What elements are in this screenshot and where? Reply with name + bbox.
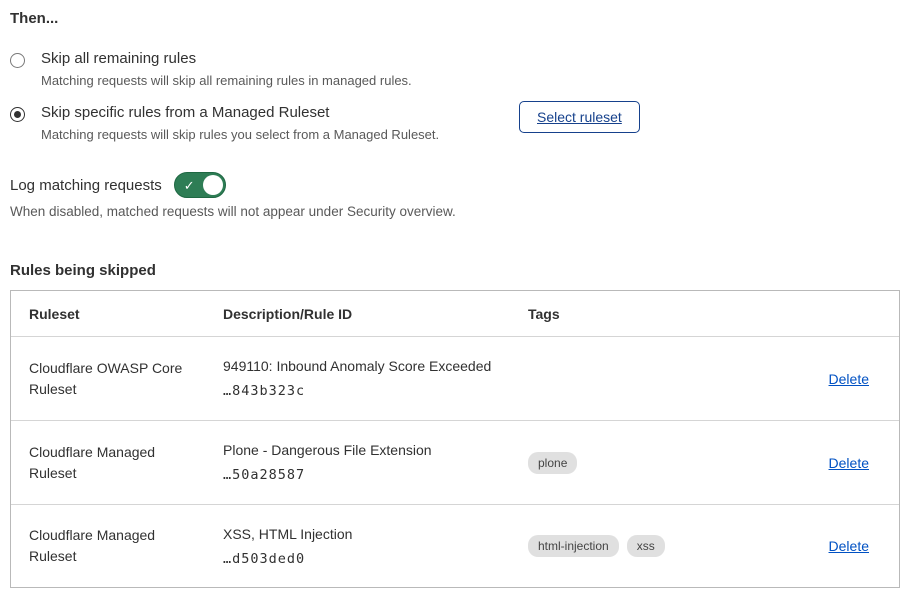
rule-id: …843b323c [223, 383, 305, 399]
option-skip-all: Skip all remaining rules Matching reques… [10, 50, 500, 88]
rule-id: …50a28587 [223, 467, 305, 483]
cell-description: Plone - Dangerous File Extension …50a285… [205, 421, 510, 504]
column-header-actions [750, 291, 899, 336]
option-skip-all-label[interactable]: Skip all remaining rules [41, 50, 412, 67]
cell-actions: Delete [750, 505, 899, 587]
table-header-row: Ruleset Description/Rule ID Tags [11, 291, 899, 336]
rule-description: Plone - Dangerous File Extension [223, 442, 432, 458]
log-toggle-switch[interactable]: ✓ [174, 172, 226, 198]
check-icon: ✓ [184, 179, 195, 192]
select-ruleset-button[interactable]: Select ruleset [519, 101, 640, 133]
cell-description: XSS, HTML Injection …d503ded0 [205, 505, 510, 587]
tag-badge: plone [528, 452, 577, 474]
option-skip-specific-label[interactable]: Skip specific rules from a Managed Rules… [41, 104, 439, 121]
table-row: Cloudflare Managed Ruleset XSS, HTML Inj… [11, 504, 899, 587]
cell-ruleset: Cloudflare Managed Ruleset [11, 421, 205, 504]
toggle-knob [203, 175, 223, 195]
delete-link[interactable]: Delete [829, 538, 869, 554]
log-toggle-label: Log matching requests [10, 177, 162, 194]
rule-id: …d503ded0 [223, 551, 305, 567]
tag-badge: html-injection [528, 535, 619, 557]
then-heading: Then... [10, 10, 58, 27]
radio-skip-specific[interactable] [10, 107, 25, 122]
log-toggle-row: Log matching requests ✓ [10, 172, 226, 198]
column-header-description: Description/Rule ID [205, 291, 510, 336]
cell-description: 949110: Inbound Anomaly Score Exceeded …… [205, 337, 510, 420]
cell-ruleset: Cloudflare Managed Ruleset [11, 505, 205, 587]
cell-actions: Delete [750, 421, 899, 504]
delete-link[interactable]: Delete [829, 455, 869, 471]
rule-description: 949110: Inbound Anomaly Score Exceeded [223, 358, 491, 374]
skipped-rules-heading: Rules being skipped [10, 262, 156, 279]
log-toggle-description: When disabled, matched requests will not… [10, 204, 456, 219]
column-header-ruleset: Ruleset [11, 291, 205, 336]
cell-ruleset: Cloudflare OWASP Core Ruleset [11, 337, 205, 420]
skipped-rules-table: Ruleset Description/Rule ID Tags Cloudfl… [10, 290, 900, 588]
table-row: Cloudflare OWASP Core Ruleset 949110: In… [11, 336, 899, 420]
cell-tags [510, 337, 750, 420]
table-row: Cloudflare Managed Ruleset Plone - Dange… [11, 420, 899, 504]
delete-link[interactable]: Delete [829, 371, 869, 387]
cell-tags: plone [510, 421, 750, 504]
rule-description: XSS, HTML Injection [223, 526, 352, 542]
cell-actions: Delete [750, 337, 899, 420]
radio-skip-all[interactable] [10, 53, 25, 68]
option-skip-specific-description: Matching requests will skip rules you se… [41, 127, 439, 142]
option-skip-specific: Skip specific rules from a Managed Rules… [10, 104, 500, 142]
option-skip-all-description: Matching requests will skip all remainin… [41, 73, 412, 88]
column-header-tags: Tags [510, 291, 750, 336]
cell-tags: html-injection xss [510, 505, 750, 587]
tag-badge: xss [627, 535, 665, 557]
